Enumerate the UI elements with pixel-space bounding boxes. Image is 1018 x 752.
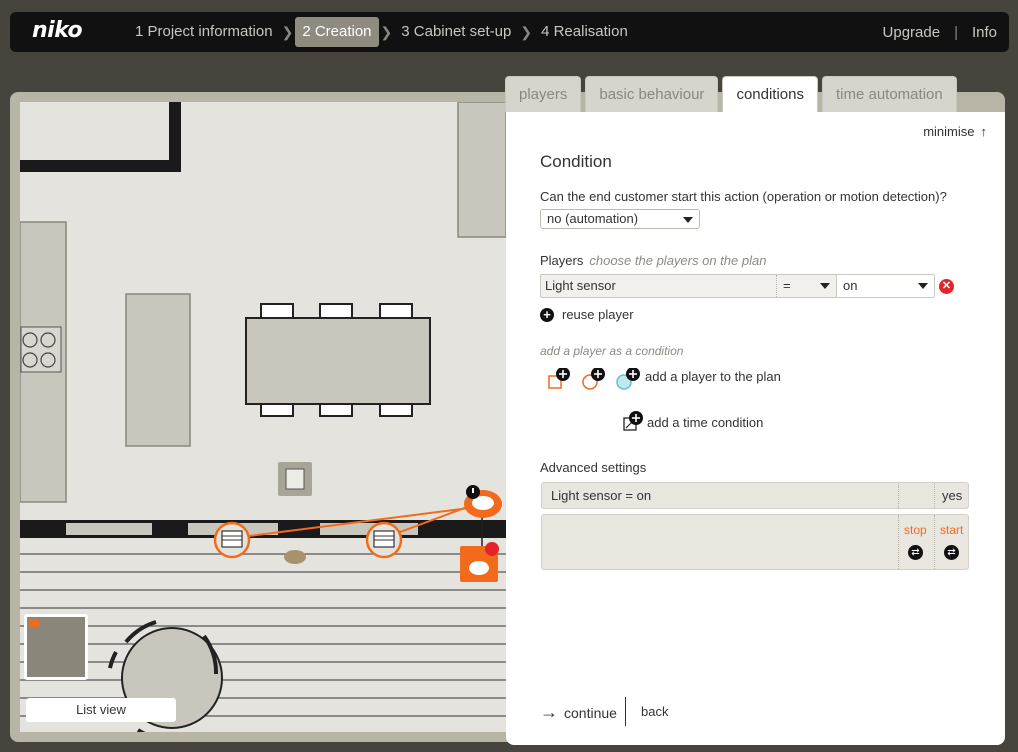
tab-conditions[interactable]: conditions <box>722 76 818 113</box>
caret-down-icon <box>683 217 693 223</box>
players-hint: choose the players on the plan <box>589 253 767 268</box>
operator-select[interactable]: = <box>776 275 836 297</box>
upgrade-link[interactable]: Upgrade <box>883 24 941 41</box>
footer-divider <box>625 697 626 726</box>
minimap-toggle-icon[interactable] <box>29 619 39 627</box>
chevron-right-icon: ❯ <box>281 23 294 40</box>
start-select-value: no (automation) <box>547 211 639 226</box>
step-realisation[interactable]: 4 Realisation <box>534 17 635 47</box>
value-value: on <box>843 278 858 293</box>
floor-plan[interactable] <box>20 102 506 732</box>
column-divider <box>898 515 899 569</box>
plus-icon: + <box>540 307 554 322</box>
tab-players[interactable]: players <box>505 76 582 112</box>
advanced-action-row: stop start ⇄ ⇄ <box>541 514 969 570</box>
plan-minimap[interactable] <box>24 614 88 680</box>
caret-down-icon <box>918 283 928 289</box>
add-sensor-player-icon[interactable] <box>616 368 640 390</box>
reuse-player-button[interactable]: + reuse player <box>540 307 634 322</box>
add-condition-heading: add a player as a condition <box>540 344 684 358</box>
add-round-player-icon[interactable] <box>582 368 605 390</box>
back-button[interactable]: back <box>641 704 668 719</box>
advanced-condition-text: Light sensor = on <box>551 488 652 503</box>
advanced-settings-heading: Advanced settings <box>540 460 647 475</box>
tab-time-automation[interactable]: time automation <box>821 76 957 112</box>
minimise-button[interactable]: minimise ↑ <box>923 124 987 139</box>
link-separator: | <box>954 23 958 41</box>
reuse-player-label: reuse player <box>562 307 634 322</box>
list-view-button[interactable]: List view <box>26 698 176 722</box>
players-heading: Players choose the players on the plan <box>540 253 766 268</box>
stop-label: stop <box>904 523 927 537</box>
players-label: Players <box>540 253 584 268</box>
conditions-panel: minimise ↑ Condition Can the end custome… <box>506 112 1005 745</box>
arrow-up-icon: ↑ <box>980 124 988 139</box>
step-creation[interactable]: 2 Creation <box>295 17 379 47</box>
start-select[interactable]: no (automation) <box>540 209 700 229</box>
add-square-player-icon[interactable] <box>548 368 570 389</box>
add-time-condition-icon[interactable] <box>623 411 643 431</box>
chevron-right-icon: ❯ <box>520 23 533 40</box>
column-divider <box>934 483 935 508</box>
value-select[interactable]: on <box>836 275 934 297</box>
add-time-condition-link[interactable]: add a time condition <box>647 415 763 430</box>
player-condition-row: Light sensor = on <box>540 274 935 298</box>
remove-player-icon[interactable]: ✕ <box>939 279 954 294</box>
step-project-information[interactable]: 1 Project information <box>128 17 280 47</box>
column-divider <box>934 515 935 569</box>
continue-label: continue <box>564 704 617 721</box>
advanced-condition-row[interactable]: Light sensor = on yes <box>541 482 969 509</box>
start-swap-icon[interactable]: ⇄ <box>944 545 959 560</box>
minimise-label: minimise <box>923 124 975 139</box>
step-cabinet-setup[interactable]: 3 Cabinet set-up <box>394 17 518 47</box>
tab-basic-behaviour[interactable]: basic behaviour <box>585 76 719 112</box>
panel-title: Condition <box>540 152 612 171</box>
caret-down-icon <box>820 283 830 289</box>
chevron-right-icon: ❯ <box>380 23 393 40</box>
stop-swap-icon[interactable]: ⇄ <box>908 545 923 560</box>
start-label: start <box>940 523 964 537</box>
player-name: Light sensor <box>545 278 616 293</box>
operator-value: = <box>783 278 791 293</box>
top-right-links: Upgrade | Info <box>883 12 997 52</box>
panel-tabs: players basic behaviour conditions time … <box>505 76 961 113</box>
floor-plan-drawing <box>20 102 506 732</box>
info-link[interactable]: Info <box>972 24 997 41</box>
continue-button[interactable]: → continue <box>540 702 617 723</box>
step-breadcrumb: 1 Project information ❯ 2 Creation ❯ 3 C… <box>128 12 635 52</box>
column-divider <box>898 483 899 508</box>
arrow-right-icon: → <box>540 702 558 722</box>
start-question: Can the end customer start this action (… <box>540 189 947 204</box>
top-navigation-bar: niko 1 Project information ❯ 2 Creation … <box>10 12 1009 52</box>
niko-logo[interactable]: niko <box>32 18 83 43</box>
add-player-to-plan-link[interactable]: add a player to the plan <box>645 369 781 384</box>
advanced-condition-value: yes <box>942 488 963 503</box>
